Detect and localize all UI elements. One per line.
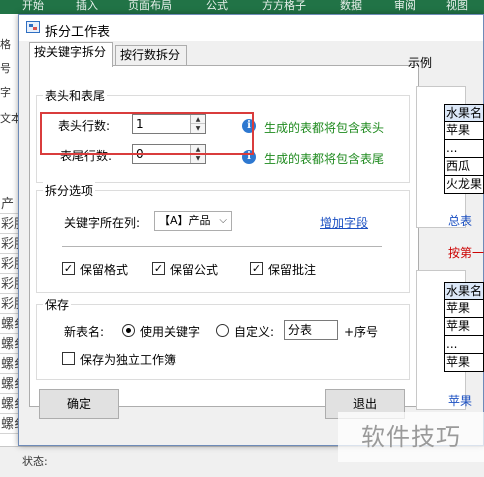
- example-mid-text: 按第一: [448, 246, 484, 260]
- example-cell: 苹果: [444, 354, 484, 372]
- dialog-titlebar[interactable]: 拆分工作表: [19, 15, 483, 41]
- example-table-1: 水果名 苹果 ... 西瓜 火龙果: [444, 104, 484, 194]
- tab-split-by-keyword[interactable]: 按关键字拆分: [29, 42, 113, 67]
- ribbon-tab[interactable]: 视图: [446, 0, 468, 12]
- example-table-2: 水果名 苹果 苹果 ... 苹果: [444, 282, 484, 372]
- use-keyword-label: 使用关键字: [140, 325, 201, 339]
- sheet-cell[interactable]: 产: [0, 196, 18, 214]
- ribbon-tab[interactable]: 公式: [206, 0, 228, 12]
- ribbon-tab[interactable]: 页面布局: [128, 0, 172, 12]
- status-text: 状态:: [22, 455, 48, 468]
- keep-formula-checkbox[interactable]: ✓: [152, 262, 165, 275]
- key-column-label: 关键字所在列:: [64, 216, 141, 230]
- watermark: 软件技巧: [338, 412, 484, 462]
- stepper-down-icon[interactable]: ▼: [191, 154, 205, 163]
- example-cell: 苹果: [444, 122, 484, 140]
- example-sheet-tab: 总表: [448, 214, 473, 228]
- sheet-cell[interactable]: 彩胀: [0, 236, 18, 254]
- ok-button[interactable]: 确定: [39, 389, 119, 419]
- keep-formula-label: 保留公式: [170, 263, 219, 277]
- example-cell: 苹果: [444, 300, 484, 318]
- sheet-cell[interactable]: 彩胀: [0, 296, 18, 314]
- example-cell: 西瓜: [444, 158, 484, 176]
- example-cell: 火龙果: [444, 176, 484, 194]
- key-column-select[interactable]: 【A】产品 ⌵: [154, 211, 232, 231]
- ribbon-tab[interactable]: 插入: [76, 0, 98, 12]
- keep-comment-checkbox[interactable]: ✓: [250, 262, 263, 275]
- example-cell: ...: [444, 336, 484, 354]
- footer-hint: 生成的表都将包含表尾: [264, 152, 385, 166]
- example-cell: 苹果: [444, 318, 484, 336]
- use-keyword-radio[interactable]: [122, 324, 135, 337]
- example-sheet-tab: 苹果: [448, 394, 473, 408]
- sheet-cell[interactable]: 螺纟: [0, 356, 18, 374]
- custom-name-input[interactable]: 分表: [284, 320, 338, 340]
- example-label: 示例: [408, 56, 433, 70]
- excel-sheet-cells: 产 彩胀 彩胀 彩胀 彩胀 彩胀 螺纟 螺纟 螺纟 螺纟 螺纟 螺纟: [0, 196, 18, 436]
- keep-format-checkbox[interactable]: ✓: [62, 262, 75, 275]
- save-as-workbook-label: 保存为独立工作簿: [80, 353, 177, 367]
- divider: [62, 246, 382, 247]
- keep-format-label: 保留格式: [80, 263, 129, 277]
- add-field-link[interactable]: 增加字段: [320, 214, 368, 231]
- example-cell: 水果名: [444, 104, 484, 122]
- keep-comment-label: 保留批注: [268, 263, 317, 277]
- key-column-value: 【A】产品: [159, 214, 211, 227]
- header-hint: 生成的表都将包含表头: [264, 121, 385, 135]
- highlight-box: [40, 112, 254, 155]
- sheet-cell[interactable]: 螺纟: [0, 416, 18, 434]
- example-cell: 水果名: [444, 282, 484, 300]
- example-cell: ...: [444, 140, 484, 158]
- sheet-cell[interactable]: 螺纟: [0, 336, 18, 354]
- chevron-down-icon: ⌵: [219, 215, 227, 226]
- custom-radio[interactable]: [216, 324, 229, 337]
- custom-label: 自定义:: [234, 325, 275, 339]
- sheet-cell[interactable]: 彩胀: [0, 276, 18, 294]
- split-worksheet-dialog: 拆分工作表 按关键字拆分 按行数拆分 表头和表尾 表头行数: 1 ▲ ▼ i 生…: [18, 14, 484, 446]
- sheet-cell[interactable]: 彩胀: [0, 256, 18, 274]
- sheet-cell[interactable]: 螺纟: [0, 316, 18, 334]
- left-label: 号: [0, 62, 11, 75]
- dialog-title: 拆分工作表: [45, 25, 111, 40]
- group-title: 表头和表尾: [43, 87, 108, 104]
- group-title: 保存: [43, 296, 72, 313]
- left-label: 格: [0, 38, 11, 51]
- excel-ribbon: 开始 插入 页面布局 公式 方方格子 数据 审阅 视图: [0, 0, 484, 14]
- group-title: 拆分选项: [43, 182, 96, 199]
- ribbon-tab[interactable]: 方方格子: [262, 0, 306, 12]
- save-as-workbook-checkbox[interactable]: [62, 352, 75, 365]
- sheet-cell[interactable]: 螺纟: [0, 376, 18, 394]
- ribbon-tab[interactable]: 审阅: [394, 0, 416, 12]
- suffix-label: +序号: [344, 325, 379, 339]
- sheet-cell[interactable]: 螺纟: [0, 396, 18, 414]
- ribbon-tab[interactable]: 数据: [340, 0, 362, 12]
- tab-split-by-rows[interactable]: 按行数拆分: [115, 45, 187, 66]
- app-icon: [26, 21, 40, 33]
- save-group: 保存: [36, 296, 410, 380]
- ribbon-tab[interactable]: 开始: [22, 0, 44, 12]
- sheet-cell[interactable]: 彩胀: [0, 216, 18, 234]
- new-table-name-label: 新表名:: [64, 325, 105, 339]
- left-label: 字: [0, 86, 11, 99]
